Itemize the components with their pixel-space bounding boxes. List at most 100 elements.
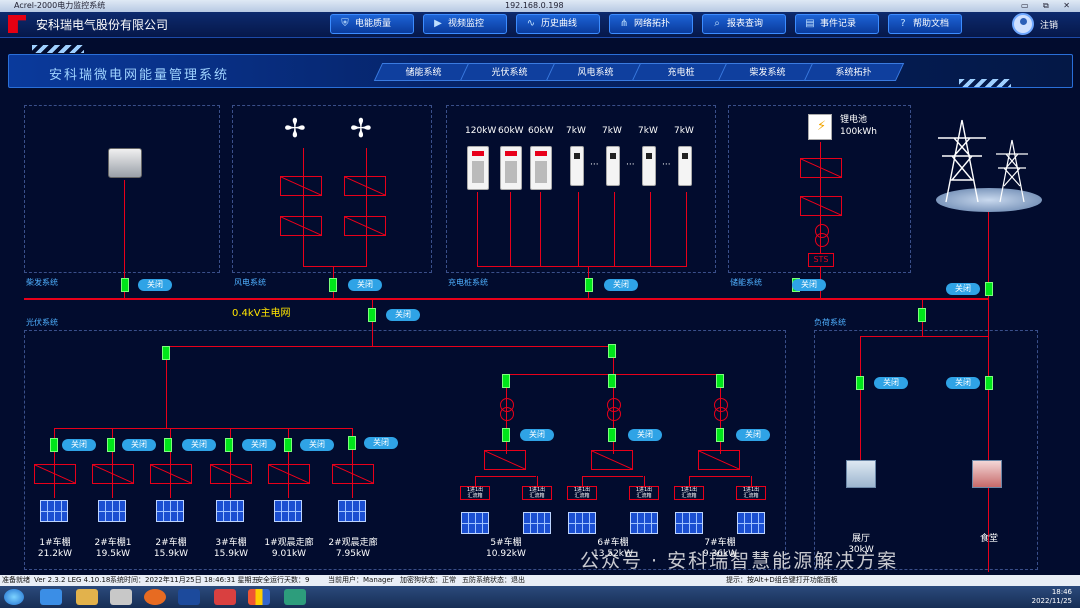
- status-user: 当前用户：Manager: [328, 576, 394, 584]
- breaker-switch[interactable]: [162, 346, 170, 360]
- switch-status-tag[interactable]: 关闭: [348, 279, 382, 291]
- breaker-switch[interactable]: [107, 438, 115, 452]
- nav-button[interactable]: ⋔ 网络拓扑: [609, 14, 693, 34]
- firefox-icon[interactable]: [144, 589, 166, 605]
- panel-wind: [232, 105, 432, 273]
- breaker-switch[interactable]: [368, 308, 376, 322]
- switch-status-tag[interactable]: 关闭: [242, 439, 276, 451]
- breaker-switch[interactable]: [284, 438, 292, 452]
- section-label-pv: 光伏系统: [26, 318, 58, 327]
- pv-label: 2#观晨走廊 7.95kW: [318, 538, 388, 560]
- switch-status-tag[interactable]: 关闭: [874, 377, 908, 389]
- shield-icon: ⛨: [341, 18, 349, 29]
- app-icon[interactable]: [214, 589, 236, 605]
- switch-status-tag[interactable]: 关闭: [122, 439, 156, 451]
- breaker-switch[interactable]: [225, 438, 233, 452]
- pv-power: 7.95kW: [335, 549, 371, 559]
- switch-status-tag[interactable]: 关闭: [628, 429, 662, 441]
- status-version: Ver 2.3.2 LEG 4.10.18: [34, 576, 111, 584]
- logout-link[interactable]: 注销: [1040, 18, 1058, 31]
- subsystem-tab[interactable]: 光伏系统: [459, 63, 561, 81]
- breaker-switch[interactable]: [50, 438, 58, 452]
- subsystem-tab[interactable]: 系统拓扑: [803, 63, 905, 81]
- breaker-switch[interactable]: [329, 278, 337, 292]
- breaker-switch[interactable]: [608, 428, 616, 442]
- charger-rating: 7kW: [638, 126, 658, 136]
- pv-feeder: [751, 476, 752, 486]
- charging-feeder: [477, 266, 687, 267]
- nav-button[interactable]: ⌕ 报表查询: [702, 14, 786, 34]
- nav-button[interactable]: ⛨ 电能质量: [330, 14, 414, 34]
- subsystem-tab[interactable]: 储能系统: [373, 63, 475, 81]
- switch-status-tag[interactable]: 关闭: [364, 437, 398, 449]
- nav-button-label: 网络拓扑: [634, 19, 671, 29]
- solar-panel-icon: [675, 512, 703, 534]
- solar-panel-icon: [216, 500, 244, 522]
- chart-icon: ∿: [526, 18, 536, 29]
- nav-button[interactable]: ▶ 视频监控: [423, 14, 507, 34]
- app-icon[interactable]: [248, 589, 270, 605]
- nav-button[interactable]: ? 帮助文档: [888, 14, 962, 34]
- pv-label: 5#车棚 10.92kW: [471, 538, 541, 560]
- subsystem-tab[interactable]: 柴发系统: [717, 63, 819, 81]
- breaker-switch[interactable]: [856, 376, 864, 390]
- pv-feeder: [582, 476, 583, 486]
- subsystem-tab[interactable]: 风电系统: [545, 63, 647, 81]
- company-name: 安科瑞电气股份有限公司: [36, 18, 169, 32]
- switch-status-tag[interactable]: 关闭: [182, 439, 216, 451]
- switch-status-tag[interactable]: 关闭: [386, 309, 420, 321]
- nav-button[interactable]: ∿ 历史曲线: [516, 14, 600, 34]
- folder-icon[interactable]: [76, 589, 98, 605]
- breaker-switch[interactable]: [164, 438, 172, 452]
- breaker-switch[interactable]: [918, 308, 926, 322]
- load-feeder: [860, 336, 988, 337]
- ellipsis-text: ···: [590, 160, 599, 170]
- app-icon[interactable]: [284, 589, 306, 605]
- clock-time: 18:46: [1051, 588, 1072, 596]
- switch-status-tag[interactable]: 关闭: [792, 279, 826, 291]
- breaker-switch[interactable]: [608, 374, 616, 388]
- breaker-switch[interactable]: [121, 278, 129, 292]
- breaker-switch[interactable]: [502, 374, 510, 388]
- charger-cabinet-icon: [530, 146, 552, 190]
- subsystem-tab[interactable]: 充电桩: [631, 63, 733, 81]
- wind-turbine-icon: ✢: [284, 114, 306, 144]
- switch-status-tag[interactable]: 关闭: [946, 377, 980, 389]
- breaker-switch[interactable]: [608, 344, 616, 358]
- charging-feeder: [540, 192, 541, 267]
- breaker-switch[interactable]: [348, 436, 356, 450]
- charging-pile-icon: [642, 146, 656, 186]
- switch-status-tag[interactable]: 关闭: [300, 439, 334, 451]
- breaker-switch[interactable]: [985, 376, 993, 390]
- breaker-switch[interactable]: [716, 374, 724, 388]
- nav-button-label: 报表查询: [727, 19, 764, 29]
- breaker-switch[interactable]: [585, 278, 593, 292]
- user-avatar-icon[interactable]: [1012, 13, 1034, 35]
- switch-status-tag[interactable]: 关闭: [946, 283, 980, 295]
- charger-rating: 7kW: [566, 126, 586, 136]
- start-button-icon[interactable]: [4, 589, 24, 605]
- switch-status-tag[interactable]: 关闭: [138, 279, 172, 291]
- switch-status-tag[interactable]: 关闭: [604, 279, 638, 291]
- tool-icon[interactable]: [110, 589, 132, 605]
- pv-inverter: [332, 464, 374, 484]
- breaker-switch[interactable]: [985, 282, 993, 296]
- charger-cabinet-icon: [500, 146, 522, 190]
- app-icon[interactable]: [178, 589, 200, 605]
- breaker-switch[interactable]: [716, 428, 724, 442]
- browser-icon[interactable]: [40, 589, 62, 605]
- switch-status-tag[interactable]: 关闭: [736, 429, 770, 441]
- section-label-diesel: 柴发系统: [26, 278, 58, 287]
- network-icon: ⋔: [619, 18, 629, 29]
- switch-status-tag[interactable]: 关闭: [520, 429, 554, 441]
- charging-feeder: [650, 192, 651, 267]
- window-controls[interactable]: ▭ ⧉ ✕: [1021, 0, 1076, 12]
- nav-button[interactable]: ▤ 事件记录: [795, 14, 879, 34]
- pv-inverter: [484, 450, 526, 470]
- breaker-switch[interactable]: [502, 428, 510, 442]
- subsystem-tab-label: 系统拓扑: [835, 68, 872, 78]
- taskbar: 18:46 2022/11/25: [0, 586, 1080, 608]
- switch-status-tag[interactable]: 关闭: [62, 439, 96, 451]
- nav-button-label: 历史曲线: [541, 19, 578, 29]
- charging-feeder: [510, 192, 511, 267]
